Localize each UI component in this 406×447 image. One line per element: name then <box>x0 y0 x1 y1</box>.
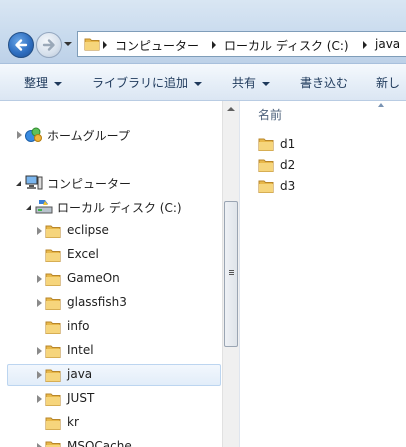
folder-icon <box>258 138 274 151</box>
sort-ascending-icon <box>378 103 384 107</box>
folder-icon <box>45 225 61 238</box>
share-menu[interactable]: 共有 <box>232 74 271 91</box>
folder-icon <box>45 417 61 430</box>
folder-icon <box>45 369 61 382</box>
tree-item-label: java <box>67 367 93 381</box>
forward-button[interactable] <box>36 32 62 58</box>
tree-item-msocache[interactable]: MSOCache <box>0 436 222 447</box>
tree-item-label: MSOCache <box>67 439 132 447</box>
homegroup-icon <box>25 127 42 142</box>
expand-arrow-icon[interactable] <box>37 299 42 307</box>
folder-icon <box>45 297 61 310</box>
tree-item-glassfish3[interactable]: glassfish3 <box>0 292 222 314</box>
breadcrumb-separator-icon[interactable] <box>363 41 367 49</box>
tree-item-label: GameOn <box>67 271 120 285</box>
folder-icon <box>45 249 61 262</box>
chevron-down-icon <box>262 81 271 86</box>
chevron-down-icon <box>54 81 63 86</box>
grip-icon <box>229 270 234 271</box>
burn-button[interactable]: 書き込む <box>300 74 348 91</box>
tree-item-homegroup[interactable]: ホームグループ <box>0 124 222 146</box>
collapse-arrow-icon[interactable] <box>16 181 21 186</box>
chevron-down-icon <box>194 81 203 86</box>
folder-icon <box>84 38 100 51</box>
column-header-name[interactable]: 名前 <box>258 106 282 123</box>
expand-arrow-icon[interactable] <box>37 395 42 403</box>
breadcrumb-separator-icon[interactable] <box>103 41 107 49</box>
file-item-d3[interactable]: d3 <box>256 176 396 196</box>
back-button[interactable] <box>8 32 34 58</box>
tree-item-label: JUST <box>67 391 95 405</box>
recent-pages-dropdown-icon[interactable] <box>64 40 72 48</box>
tree-item-eclipse[interactable]: eclipse <box>0 220 222 242</box>
tree-item-intel[interactable]: Intel <box>0 340 222 362</box>
tree-item-label: kr <box>67 415 79 429</box>
breadcrumb-local-disk[interactable]: ローカル ディスク (C:) <box>224 37 349 54</box>
tree-item-local-disk[interactable]: ローカル ディスク (C:) <box>0 196 222 218</box>
expand-arrow-icon[interactable] <box>17 131 22 139</box>
tree-item-label: eclipse <box>67 223 109 237</box>
folder-icon <box>258 159 274 172</box>
tree-item-just[interactable]: JUST <box>0 388 222 410</box>
breadcrumb-computer[interactable]: コンピューター <box>115 37 199 54</box>
file-list-pane: 名前 d1 d2 d3 <box>239 101 406 447</box>
organize-label: 整理 <box>24 76 49 90</box>
expand-arrow-icon[interactable] <box>37 443 42 447</box>
tree-item-label: Intel <box>67 343 94 357</box>
address-box[interactable]: コンピューター ローカル ディスク (C:) java <box>77 31 406 57</box>
tree-item-computer[interactable]: コンピューター <box>0 172 222 194</box>
address-bar-area: コンピューター ローカル ディスク (C:) java <box>0 0 406 64</box>
collapse-arrow-icon[interactable] <box>26 205 31 210</box>
tree-item-kr[interactable]: kr <box>0 412 222 434</box>
tree-item-gameon[interactable]: GameOn <box>0 268 222 290</box>
tree-item-label: ホームグループ <box>47 129 130 143</box>
tree-item-info[interactable]: info <box>0 316 222 338</box>
computer-icon <box>25 175 43 190</box>
tree-item-java[interactable]: java <box>7 364 221 386</box>
drive-icon <box>35 200 53 214</box>
tree-item-label: Excel <box>67 247 99 261</box>
expand-arrow-icon[interactable] <box>37 347 42 355</box>
breadcrumb-separator-icon[interactable] <box>212 41 216 49</box>
tree-item-label: info <box>67 319 90 333</box>
folder-icon <box>45 321 61 334</box>
arrow-left-icon <box>15 39 28 51</box>
add-to-library-label: ライブラリに追加 <box>92 76 189 90</box>
arrow-right-icon <box>42 39 55 51</box>
folder-icon <box>258 180 274 193</box>
scroll-up-icon[interactable] <box>227 107 235 111</box>
file-item-d1[interactable]: d1 <box>256 134 396 154</box>
folder-icon <box>45 345 61 358</box>
file-item-d2[interactable]: d2 <box>256 155 396 175</box>
breadcrumb-java[interactable]: java <box>375 37 400 51</box>
share-label: 共有 <box>232 76 257 90</box>
folder-icon <box>45 393 61 406</box>
navigation-pane: ホームグループ コンピューター ローカル ディスク (C:) eclipse E… <box>0 101 222 447</box>
command-bar: 整理 ライブラリに追加 共有 書き込む 新し <box>0 64 406 101</box>
expand-arrow-icon[interactable] <box>37 275 42 283</box>
expand-arrow-icon[interactable] <box>37 371 42 379</box>
navigation-scrollbar[interactable] <box>222 101 239 447</box>
folder-icon <box>45 273 61 286</box>
file-item-label: d3 <box>280 179 296 193</box>
new-folder-button[interactable]: 新し <box>376 74 400 91</box>
tree-item-excel[interactable]: Excel <box>0 244 222 266</box>
tree-item-label: ローカル ディスク (C:) <box>57 201 182 215</box>
tree-item-label: glassfish3 <box>67 295 127 309</box>
organize-menu[interactable]: 整理 <box>24 74 63 91</box>
tree-item-label: コンピューター <box>47 177 132 191</box>
add-to-library-menu[interactable]: ライブラリに追加 <box>92 74 203 91</box>
file-item-label: d2 <box>280 158 296 172</box>
folder-icon <box>45 441 61 447</box>
file-item-label: d1 <box>280 137 296 151</box>
scrollbar-thumb[interactable] <box>224 201 238 347</box>
expand-arrow-icon[interactable] <box>37 227 42 235</box>
